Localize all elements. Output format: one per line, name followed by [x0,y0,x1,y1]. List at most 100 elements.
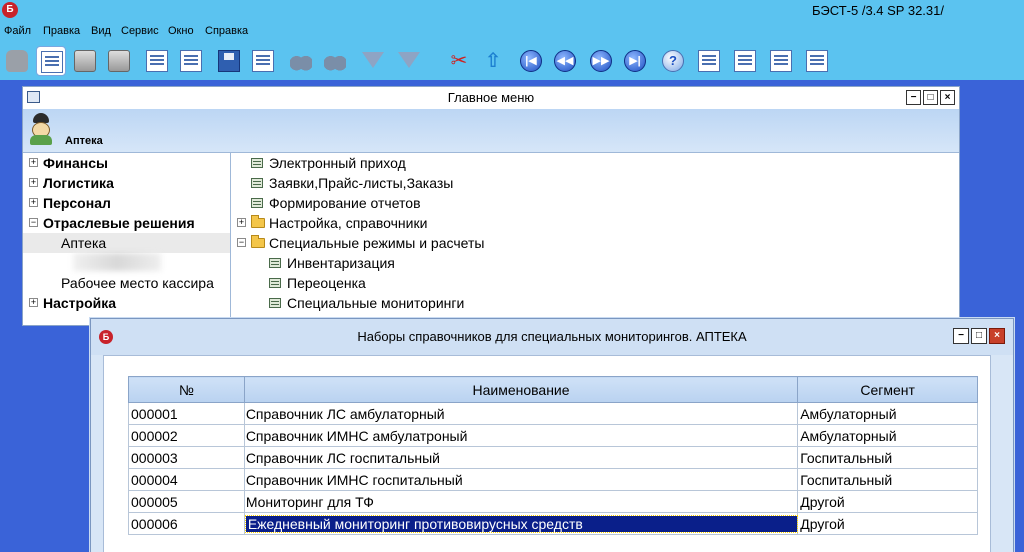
cell-number[interactable]: 000003 [128,446,245,469]
menu-file[interactable]: Файл [4,25,31,37]
cell-segment[interactable]: Госпитальный [797,468,978,491]
expand-icon[interactable]: + [29,198,38,207]
column-header-name[interactable]: Наименование [243,376,799,403]
maximize-button[interactable]: □ [971,328,987,344]
cell-segment[interactable]: Амбулаторный [797,424,978,447]
close-button[interactable]: × [989,328,1005,344]
table-icon [269,258,281,268]
cell-name[interactable]: Мониторинг для ТФ [243,490,799,513]
tree-item-label: Отраслевые решения [43,215,195,231]
last-button[interactable]: ▶| [620,46,650,76]
edit-button[interactable] [142,46,172,76]
delete-row-icon [252,50,274,72]
prev-button[interactable]: ◀◀ [550,46,580,76]
report-button[interactable] [36,46,66,76]
table-row-selected[interactable]: 000006 Ежедневный мониторинг противовиру… [128,512,978,535]
filter-icon [362,52,384,68]
tree-item-logistics[interactable]: + Логистика [29,173,114,193]
print-button[interactable] [70,46,100,76]
cell-segment[interactable]: Другой [797,512,978,535]
tree-item-special-monitoring[interactable]: Специальные мониторинги [269,293,464,313]
list-button[interactable] [694,46,724,76]
table-icon [251,178,263,188]
chair-icon [6,50,28,72]
table-row[interactable]: 000003 Справочник ЛС госпитальный Госпит… [128,446,978,469]
tree-item-personnel[interactable]: + Персонал [29,193,111,213]
tree-item-finance[interactable]: + Финансы [29,153,108,173]
dialog-titlebar: Б Наборы справочников для специальных мо… [91,319,1013,355]
cell-segment[interactable]: Амбулаторный [797,402,978,425]
minimize-button[interactable]: − [953,328,969,344]
expand-icon[interactable]: + [29,158,38,167]
save-button[interactable] [214,46,244,76]
expand-icon[interactable]: + [29,298,38,307]
cell-name[interactable]: Ежедневный мониторинг противовирусных ср… [243,512,799,535]
menu-service[interactable]: Сервис [121,25,159,37]
tree-item-label: Переоценка [287,275,366,291]
cell-number[interactable]: 000004 [128,468,245,491]
tree-item-reports[interactable]: Формирование отчетов [251,193,421,213]
tree-item-special-modes[interactable]: − Специальные режимы и расчеты [237,233,484,253]
expand-icon[interactable]: + [29,178,38,187]
cell-number[interactable]: 000001 [128,402,245,425]
filter-dropdown-button[interactable] [394,46,424,76]
cell-name[interactable]: Справочник ИМНС амбулатроный [243,424,799,447]
cell-name[interactable]: Справочник ЛС госпитальный [243,446,799,469]
chart-button[interactable] [730,46,760,76]
print-check-button[interactable] [104,46,134,76]
table-row[interactable]: 000005 Мониторинг для ТФ Другой [128,490,978,513]
menu-view[interactable]: Вид [91,25,111,37]
document-ok-button[interactable] [802,46,832,76]
find-next-button[interactable] [320,46,350,76]
cell-name[interactable]: Справочник ИМНС госпитальный [243,468,799,491]
maximize-button[interactable]: □ [923,90,938,105]
add-row-button[interactable] [176,46,206,76]
collapse-icon[interactable]: − [237,238,246,247]
list-icon [698,50,720,72]
column-header-number[interactable]: № [128,376,245,403]
minimize-button[interactable]: − [906,90,921,105]
first-button[interactable]: |◀ [516,46,546,76]
expand-icon[interactable]: + [237,218,246,227]
collapse-icon[interactable]: − [29,218,38,227]
table-row[interactable]: 000001 Справочник ЛС амбулаторный Амбула… [128,402,978,425]
tree-item-apteka[interactable]: Аптека [23,233,230,253]
cell-number[interactable]: 000002 [128,424,245,447]
tree-item-settings-directories[interactable]: + Настройка, справочники [237,213,427,233]
table-row[interactable]: 000002 Справочник ИМНС амбулатроный Амбу… [128,424,978,447]
tree-item-electronic-receipt[interactable]: Электронный приход [251,153,406,173]
menu-window[interactable]: Окно [168,25,194,37]
tree-item-label: Аптека [61,235,107,251]
main-menu-window: Главное меню − □ × Аптека + Финансы + Логи… [22,86,960,326]
menu-help[interactable]: Справка [205,25,248,37]
delete-row-button[interactable] [248,46,278,76]
tree-item-cashier[interactable]: Рабочее место кассира [61,273,214,293]
tree-item-label: Логистика [43,175,114,191]
main-menu-title: Главное меню [447,90,535,105]
cell-name[interactable]: Справочник ЛС амбулаторный [243,402,799,425]
tree-item-revaluation[interactable]: Переоценка [269,273,366,293]
document-ok-icon [806,50,828,72]
sort-button[interactable]: ⇧ [478,46,508,76]
table-row[interactable]: 000004 Справочник ИМНС госпитальный Госп… [128,468,978,491]
menu-edit[interactable]: Правка [43,25,80,37]
app-titlebar: Б БЭСТ-5 /3.4 SP 32.31/ [0,0,1024,22]
find-button[interactable] [286,46,316,76]
chair-button[interactable] [2,46,32,76]
help-button[interactable]: ? [658,46,688,76]
cut-button[interactable]: ✂ [444,46,474,76]
close-button[interactable]: × [940,90,955,105]
tree-item-industry-solutions[interactable]: − Отраслевые решения [29,213,195,233]
tree-item-settings[interactable]: + Настройка [29,293,116,313]
tree-item-orders[interactable]: Заявки,Прайс-листы,Заказы [251,173,453,193]
next-button[interactable]: ▶▶ [586,46,616,76]
tree-item-inventory[interactable]: Инвентаризация [269,253,395,273]
cell-segment[interactable]: Госпитальный [797,446,978,469]
column-header-segment[interactable]: Сегмент [797,376,978,403]
cell-segment[interactable]: Другой [797,490,978,513]
chart-edit-button[interactable] [766,46,796,76]
chart-edit-icon [770,50,792,72]
cell-number[interactable]: 000006 [128,512,245,535]
cell-number[interactable]: 000005 [128,490,245,513]
filter-button[interactable] [358,46,388,76]
